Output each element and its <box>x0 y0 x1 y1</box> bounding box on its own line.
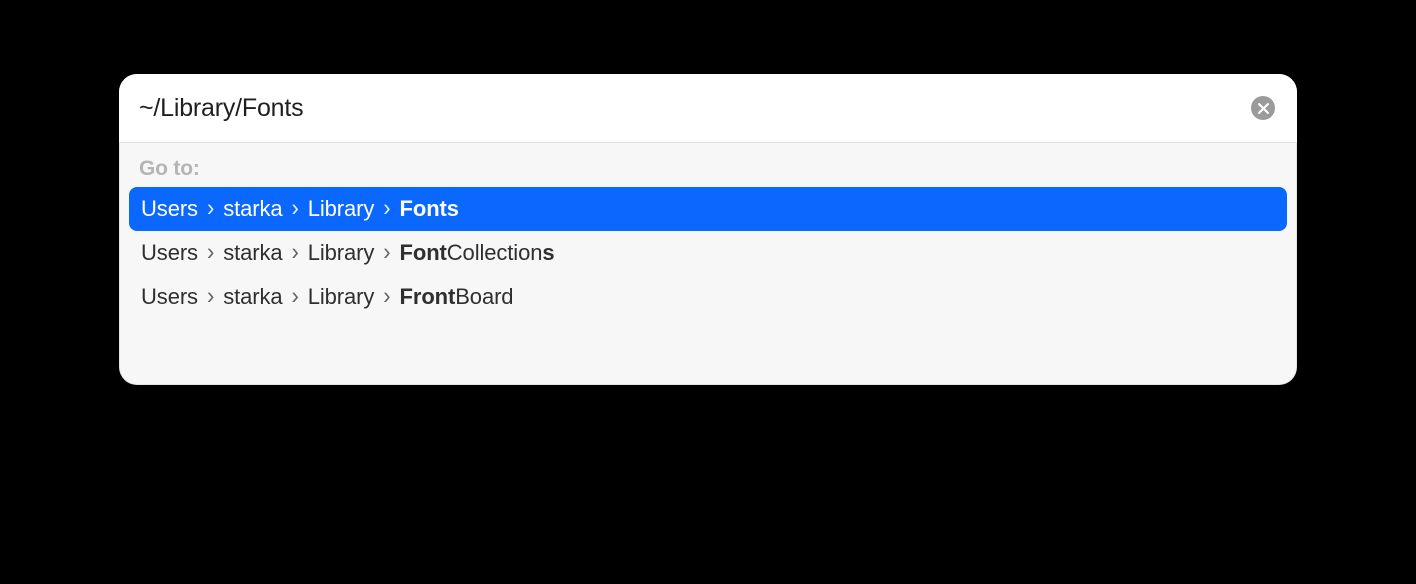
path-segment: Fonts <box>400 196 459 222</box>
goto-dialog: Go to: Users›starka›Library›FontsUsers›s… <box>119 74 1297 385</box>
results-body: Go to: Users›starka›Library›FontsUsers›s… <box>119 143 1297 385</box>
path-segment: Board <box>455 284 513 310</box>
path-segment: Library <box>308 284 375 310</box>
path-segment: Users <box>141 196 198 222</box>
chevron-right-icon: › <box>207 194 214 223</box>
section-label: Go to: <box>129 157 1287 187</box>
path-segment: ont <box>421 284 455 310</box>
close-icon <box>1258 103 1269 114</box>
path-segment: Users <box>141 240 198 266</box>
chevron-right-icon: › <box>383 238 390 267</box>
chevron-right-icon: › <box>207 238 214 267</box>
chevron-right-icon: › <box>383 282 390 311</box>
results-list: Users›starka›Library›FontsUsers›starka›L… <box>129 187 1287 319</box>
path-segment: Library <box>308 240 375 266</box>
chevron-right-icon: › <box>292 282 299 311</box>
path-segment: Library <box>308 196 375 222</box>
path-segment: Collection <box>447 240 543 266</box>
path-segment: s <box>542 240 554 266</box>
result-row[interactable]: Users › starka › Library › FontCollections <box>129 231 1287 275</box>
chevron-right-icon: › <box>383 194 390 223</box>
path-segment: Users <box>141 284 198 310</box>
path-segment: Fr <box>400 284 422 310</box>
result-row[interactable]: Users › starka › Library › Fonts <box>129 187 1287 231</box>
chevron-right-icon: › <box>207 282 214 311</box>
result-row[interactable]: Users › starka › Library › FrontBoard <box>129 275 1287 319</box>
path-input[interactable] <box>139 94 1251 123</box>
clear-button[interactable] <box>1251 96 1275 120</box>
chevron-right-icon: › <box>292 238 299 267</box>
path-segment: starka <box>223 196 282 222</box>
path-segment: Font <box>400 240 447 266</box>
chevron-right-icon: › <box>292 194 299 223</box>
path-segment: starka <box>223 240 282 266</box>
path-segment: starka <box>223 284 282 310</box>
input-row <box>119 74 1297 143</box>
